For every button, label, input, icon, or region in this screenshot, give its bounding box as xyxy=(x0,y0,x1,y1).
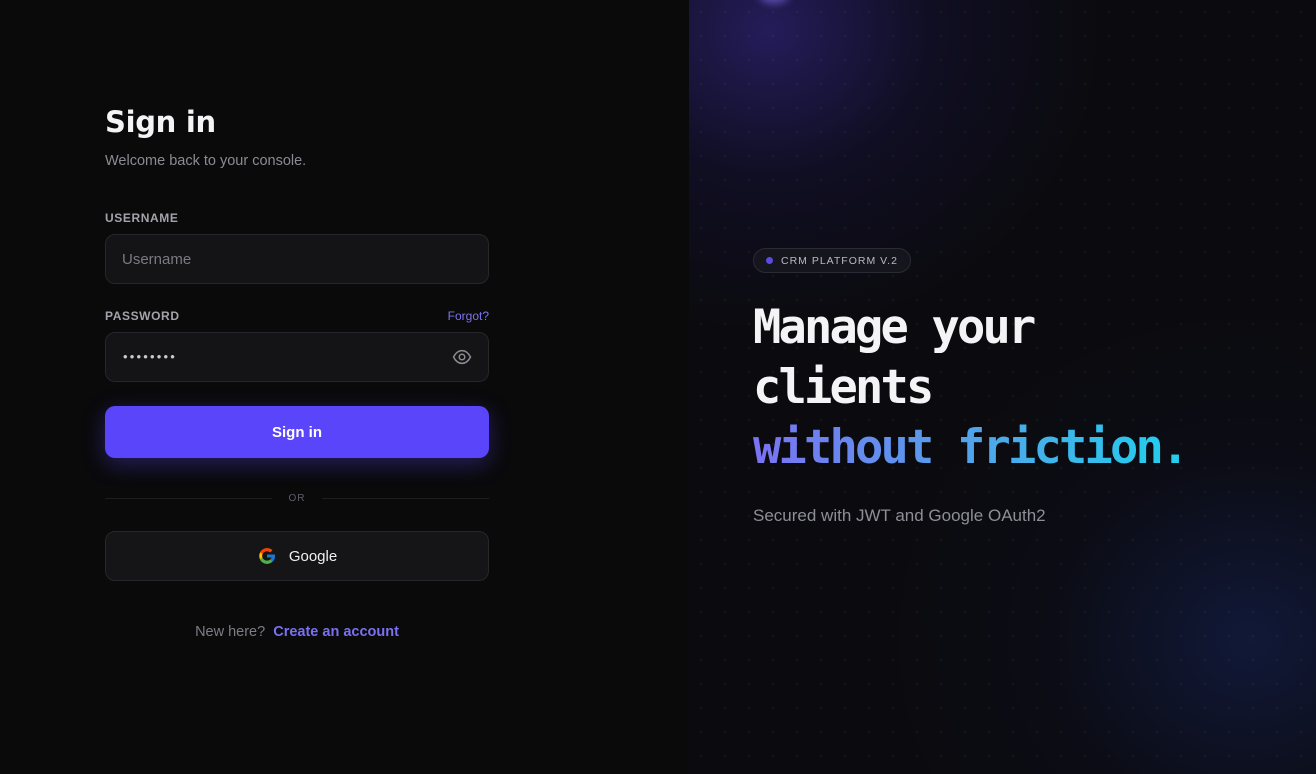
google-logo-icon xyxy=(257,546,277,566)
hero-tagline: Secured with JWT and Google OAuth2 xyxy=(753,506,1046,525)
signup-prompt: New here? xyxy=(195,624,266,640)
google-signin-button[interactable]: Google xyxy=(105,531,489,581)
hero-headline: Manage your clients without friction. xyxy=(753,298,1189,478)
badge-label: CRM PLATFORM V.2 xyxy=(781,254,898,267)
divider-line-right xyxy=(322,497,489,499)
forgot-password-link[interactable]: Forgot? xyxy=(448,309,489,323)
signup-row: New here? Create an account xyxy=(105,623,489,641)
headline-line-1: Manage your xyxy=(753,300,1036,355)
divider-line-left xyxy=(105,497,272,499)
login-page: Sign in Welcome back to your console. US… xyxy=(0,0,1316,774)
password-field-wrapper: •••••••• xyxy=(105,332,489,382)
signin-panel: Sign in Welcome back to your console. US… xyxy=(0,0,689,774)
username-label: USERNAME xyxy=(105,211,179,225)
signin-form: Sign in Welcome back to your console. US… xyxy=(105,104,489,641)
page-title: Sign in xyxy=(105,105,216,139)
headline-accent: without friction. xyxy=(753,420,1189,475)
username-input[interactable] xyxy=(106,235,488,283)
signin-button[interactable]: Sign in xyxy=(105,406,489,458)
divider-label: OR xyxy=(288,492,306,504)
username-label-row: USERNAME xyxy=(105,210,489,226)
status-dot-icon xyxy=(766,257,773,264)
google-button-label: Google xyxy=(288,547,338,565)
username-field-wrapper xyxy=(105,234,489,284)
password-label-row: PASSWORD Forgot? xyxy=(105,308,489,324)
password-input[interactable] xyxy=(106,333,488,381)
page-subtitle: Welcome back to your console. xyxy=(105,153,307,169)
eye-icon[interactable] xyxy=(452,348,472,366)
headline-line-2: clients xyxy=(753,360,934,415)
or-divider: OR xyxy=(105,492,489,504)
create-account-link[interactable]: Create an account xyxy=(273,624,399,640)
hero-panel: CRM PLATFORM V.2 Manage your clients wit… xyxy=(689,0,1316,774)
platform-badge: CRM PLATFORM V.2 xyxy=(753,248,911,273)
password-label: PASSWORD xyxy=(105,309,180,323)
